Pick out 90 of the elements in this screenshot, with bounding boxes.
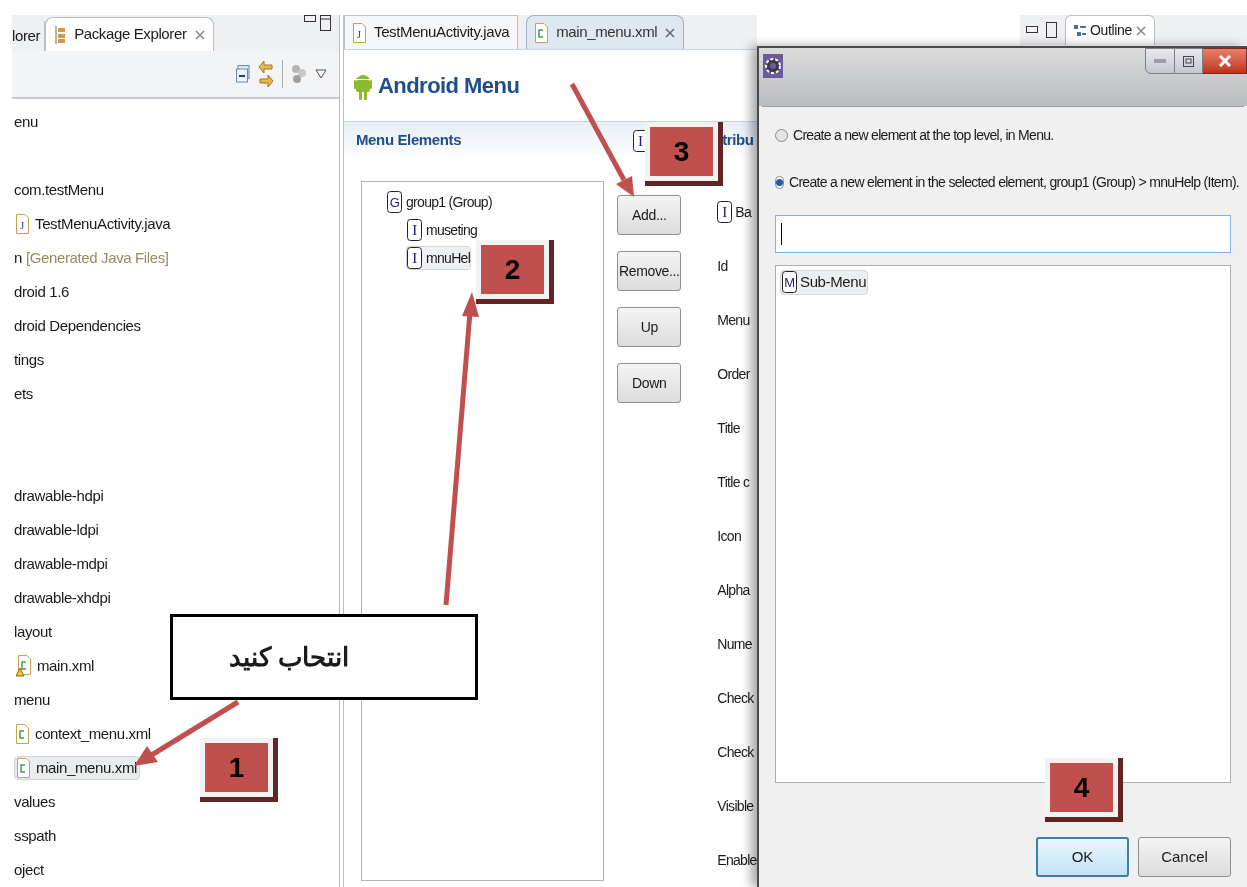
close-icon	[1218, 55, 1231, 67]
attribute-label: Icon	[717, 526, 741, 546]
tree-item[interactable]: droid Dependencies	[12, 314, 143, 338]
close-button[interactable]	[1203, 48, 1247, 74]
tree-item[interactable]: J TestMenuActivity.java	[14, 212, 173, 236]
dialog-button[interactable]: OK	[1036, 837, 1129, 877]
minimize-icon[interactable]	[1026, 26, 1038, 34]
xml-file-icon	[535, 22, 549, 43]
element-name-field[interactable]	[775, 215, 1231, 253]
gear-icon	[763, 54, 783, 78]
xml-file-icon	[17, 758, 30, 778]
attribute-label: Title	[717, 418, 740, 438]
attribute-label: Id	[717, 256, 728, 276]
decoration-label: [Generated Java Files]	[25, 247, 169, 268]
minimize-icon[interactable]	[304, 15, 316, 23]
tree-item[interactable]: values	[12, 790, 58, 814]
explorer-tab[interactable]: Package Explorer	[45, 17, 214, 51]
xml-file-icon	[16, 724, 29, 744]
package-icon	[54, 25, 67, 44]
editor-tab[interactable]: J TestMenuActivity.java	[344, 15, 519, 50]
option-label: Create a new element in the selected element, group1 (Group) > mnuHelp (Item).	[789, 173, 1240, 192]
maximize-icon[interactable]	[320, 15, 331, 31]
option-label: Create a new element at the top level, in Menu.	[793, 126, 1054, 145]
minimize-icon	[1154, 59, 1166, 63]
editor-button[interactable]: Add...	[617, 195, 682, 235]
tree-item[interactable]: main.xml	[14, 654, 96, 678]
attribute-label: Check	[717, 742, 754, 762]
item-icon: I	[407, 247, 422, 269]
editor-button[interactable]: Remove...	[617, 251, 682, 291]
outline-tab[interactable]: Outline	[1065, 15, 1155, 45]
collapse-all-icon[interactable]	[236, 65, 250, 83]
attribute-label: Enable	[717, 850, 757, 870]
tree-item[interactable]: drawable-hdpi	[12, 484, 106, 508]
attribute-label: Ba	[735, 202, 752, 222]
number-marker: 3	[645, 122, 723, 186]
item-icon: I	[407, 219, 422, 241]
number-marker: 1	[200, 738, 278, 802]
tree-item[interactable]: ets	[12, 382, 35, 406]
attribute-label: Nume	[717, 634, 752, 654]
tree-item[interactable]: layout	[12, 620, 54, 644]
close-icon[interactable]	[665, 27, 676, 38]
tree-item[interactable]: sspath	[12, 824, 58, 848]
attribute-label: Visible	[717, 796, 754, 816]
submenu-icon: M	[782, 271, 797, 294]
view-menu-icon[interactable]	[315, 69, 327, 79]
maximize-icon[interactable]	[1046, 22, 1057, 38]
group-icon: G	[387, 191, 402, 213]
close-icon[interactable]	[1135, 25, 1146, 36]
attribute-label: Order	[717, 364, 750, 384]
section-header: Menu Elements	[356, 130, 462, 151]
tree-item[interactable]: oject	[12, 858, 46, 882]
attribute-label: Menu	[717, 310, 750, 330]
tree-item[interactable]: n	[12, 246, 24, 270]
tree-item[interactable]: enu	[12, 110, 40, 134]
editor-title: Android Menu	[378, 72, 520, 101]
tree-item[interactable]: drawable-mdpi	[12, 552, 110, 576]
java-file-icon: J	[353, 22, 366, 43]
list-item[interactable]: M Sub-Menu	[780, 270, 869, 295]
tree-item[interactable]: drawable-xhdpi	[12, 586, 113, 610]
item-icon: I	[717, 201, 733, 223]
link-arrows-icon[interactable]	[258, 59, 274, 89]
attribute-label: Check	[717, 688, 754, 708]
tree-item[interactable]: droid 1.6	[12, 280, 71, 304]
radio-button[interactable]	[775, 176, 784, 189]
tree-item[interactable]: drawable-ldpi	[12, 518, 101, 542]
attributes-header: tribu	[722, 130, 754, 151]
number-marker: 2	[476, 240, 554, 304]
maximize-button[interactable]	[1175, 48, 1203, 74]
maximize-icon	[1183, 55, 1194, 67]
tree-node[interactable]: I mnuHel	[406, 246, 472, 270]
radio-button[interactable]	[775, 129, 788, 142]
close-icon[interactable]	[194, 29, 205, 40]
tree-item[interactable]: com.testMenu	[12, 178, 106, 202]
tree-node[interactable]: G group1 (Group)	[386, 190, 493, 214]
dialog-button[interactable]: Cancel	[1138, 837, 1231, 877]
xml-file-warning-icon	[16, 655, 31, 677]
callout-text: انتحاب کنید	[228, 640, 349, 674]
tree-node[interactable]: I museting	[406, 218, 479, 242]
editor-button[interactable]: Down	[617, 363, 682, 403]
editor-tab[interactable]: main_menu.xml	[526, 15, 685, 50]
tree-item[interactable]: tings	[12, 348, 46, 372]
attribute-label: Title c	[717, 472, 750, 492]
tree-item[interactable]: context_menu.xml	[14, 722, 153, 746]
attribute-label: Alpha	[717, 580, 750, 600]
outline-icon	[1074, 24, 1086, 37]
editor-button[interactable]: Up	[617, 307, 682, 347]
number-marker: 4	[1045, 758, 1123, 822]
tree-item[interactable]: main_menu.xml	[14, 755, 140, 781]
java-file-icon: J	[16, 214, 29, 234]
tree-item[interactable]: menu	[12, 688, 53, 712]
